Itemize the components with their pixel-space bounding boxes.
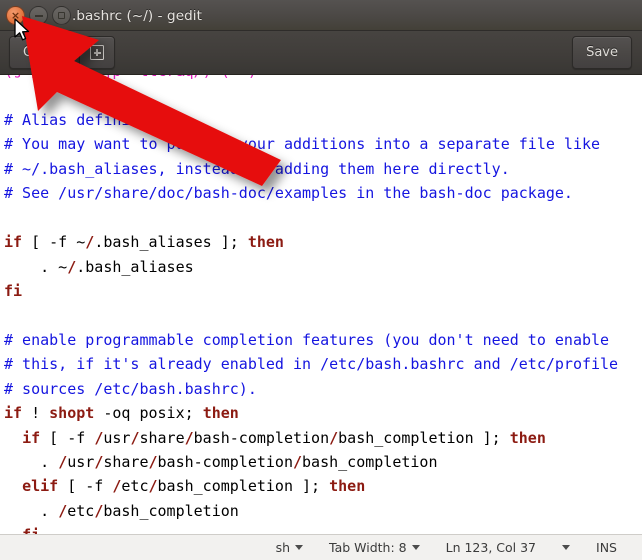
code-line: # sources /etc/bash.bashrc).: [4, 377, 618, 401]
insert-mode-label: INS: [596, 540, 617, 555]
code-line: . /usr/share/bash-completion/bash_comple…: [4, 450, 618, 474]
language-selector[interactable]: sh: [263, 540, 316, 555]
chevron-down-icon: [412, 545, 420, 550]
title-bar: × .bashrc (~/) - gedit: [0, 0, 642, 31]
code-line: if [ -f ~/.bash_aliases ]; then: [4, 230, 618, 254]
new-document-icon: [90, 45, 104, 60]
mouse-cursor: [14, 18, 31, 43]
save-button[interactable]: Save: [572, 36, 632, 69]
window-title: .bashrc (~/) - gedit: [0, 0, 642, 31]
open-button-label: Open: [23, 45, 58, 60]
gedit-window: × .bashrc (~/) - gedit Open Save (§ //;s…: [0, 0, 642, 560]
minimize-button[interactable]: [29, 6, 48, 25]
code-line: # You may want to put all your additions…: [4, 132, 618, 156]
source-code[interactable]: (§ //;s][;a]p ttcr&q/) ( ~) # Alias defi…: [4, 75, 618, 534]
tab-width-selector[interactable]: Tab Width: 8: [316, 540, 433, 555]
code-line: if [ -f /usr/share/bash-completion/bash_…: [4, 426, 618, 450]
code-line: if ! shopt -oq posix; then: [4, 401, 618, 425]
toolbar-right-group: Save: [572, 36, 632, 69]
cursor-position-label: Ln 123, Col 37: [446, 540, 536, 555]
code-line: # enable programmable completion feature…: [4, 328, 618, 352]
cursor-position: Ln 123, Col 37: [433, 540, 549, 555]
tab-width-label: Tab Width: 8: [329, 540, 407, 555]
code-line: # this, if it's already enabled in /etc/…: [4, 352, 618, 376]
position-dropdown[interactable]: [549, 545, 583, 550]
save-button-label: Save: [586, 45, 618, 60]
insert-mode: INS: [583, 540, 630, 555]
toolbar: Open Save: [0, 31, 642, 75]
code-line: # See /usr/share/doc/bash-doc/examples i…: [4, 181, 618, 205]
code-line: fi: [4, 523, 618, 534]
code-line: [4, 303, 618, 327]
maximize-button[interactable]: [52, 6, 71, 25]
status-bar: sh Tab Width: 8 Ln 123, Col 37 INS: [0, 534, 642, 560]
code-line: # Alias definitions.: [4, 108, 618, 132]
code-line: # ~/.bash_aliases, instead of adding the…: [4, 157, 618, 181]
code-line: fi: [4, 279, 618, 303]
chevron-down-icon: [295, 545, 303, 550]
code-line: [4, 206, 618, 230]
chevron-down-icon: [562, 545, 570, 550]
code-line: [4, 83, 618, 107]
code-line: elif [ -f /etc/bash_completion ]; then: [4, 474, 618, 498]
new-document-button[interactable]: [79, 36, 115, 69]
code-line: . ~/.bash_aliases: [4, 255, 618, 279]
language-label: sh: [276, 540, 290, 555]
code-line: . /etc/bash_completion: [4, 499, 618, 523]
text-editor-area[interactable]: (§ //;s][;a]p ttcr&q/) ( ~) # Alias defi…: [0, 75, 642, 534]
code-line: (§ //;s][;a]p ttcr&q/) ( ~): [4, 75, 618, 83]
